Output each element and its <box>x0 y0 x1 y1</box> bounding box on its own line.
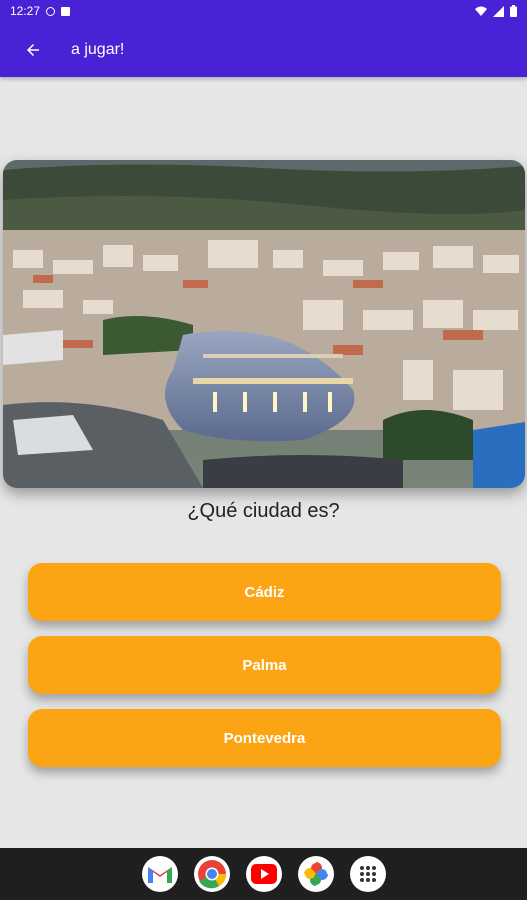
battery-icon <box>510 5 517 17</box>
status-left: 12:27 <box>10 4 71 18</box>
app-bar: a jugar! <box>0 22 527 77</box>
notification-icon <box>61 6 71 16</box>
sync-icon <box>46 6 56 16</box>
answer-label: Pontevedra <box>223 729 306 747</box>
answer-label: Palma <box>242 656 287 674</box>
chrome-icon[interactable] <box>193 856 230 892</box>
wifi-icon <box>475 6 487 16</box>
answer-button-pontevedra[interactable]: Pontevedra <box>28 709 501 767</box>
question-text: ¿Qué ciudad es? <box>187 500 340 522</box>
city-photo <box>3 160 525 488</box>
status-time: 12:27 <box>10 4 41 18</box>
taskbar <box>0 848 527 900</box>
status-bar: 12:27 <box>0 0 527 22</box>
answer-label: Cádiz <box>244 583 285 601</box>
app-drawer-icon[interactable] <box>349 856 386 892</box>
status-right <box>475 5 517 17</box>
back-button[interactable] <box>13 30 53 70</box>
arrow-back-icon <box>27 43 39 56</box>
gmail-icon[interactable] <box>141 856 178 892</box>
signal-icon <box>493 5 504 17</box>
city-photo-illustration <box>3 160 525 488</box>
app-title: a jugar! <box>71 40 125 58</box>
youtube-icon[interactable] <box>245 856 282 892</box>
photos-icon[interactable] <box>297 856 334 892</box>
answer-button-cadiz[interactable]: Cádiz <box>28 563 501 621</box>
answer-button-palma[interactable]: Palma <box>28 636 501 694</box>
